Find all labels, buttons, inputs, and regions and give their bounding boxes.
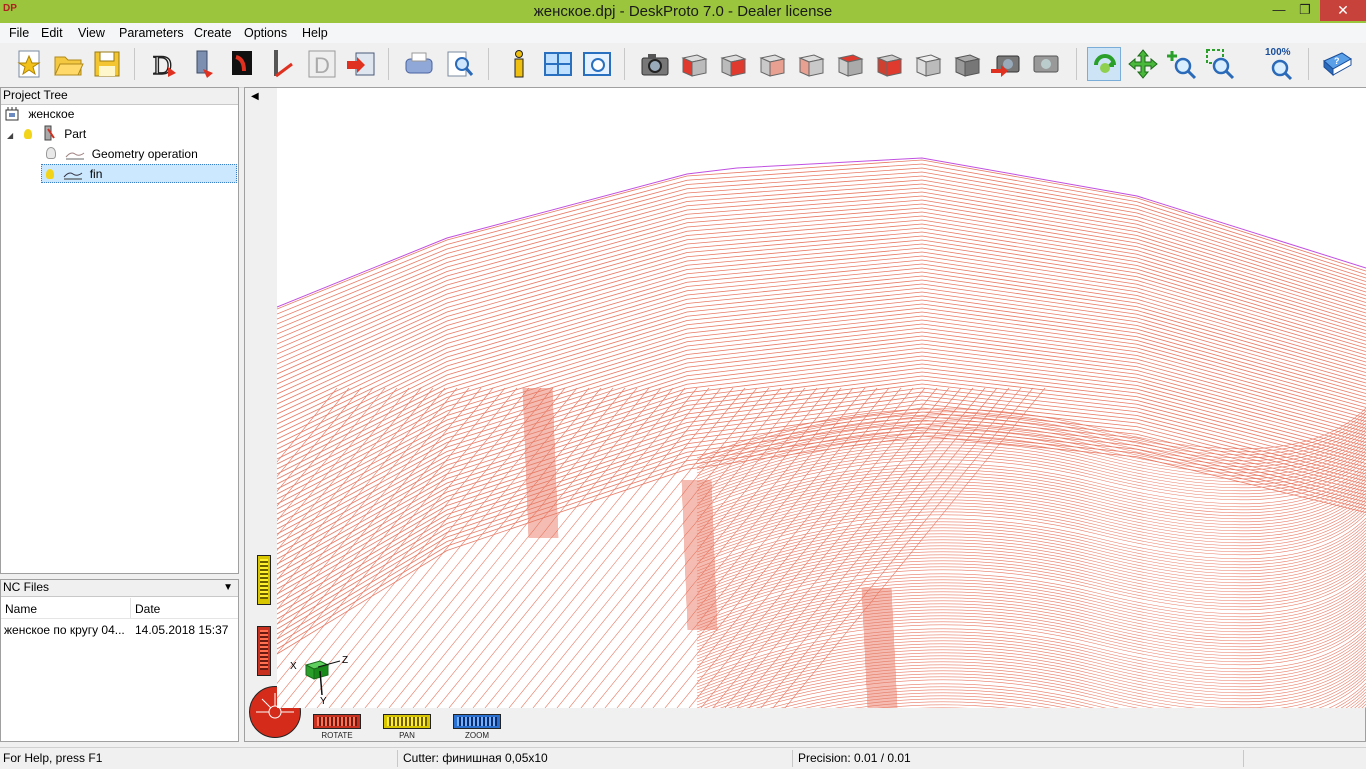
status-cutter: Cutter: финишная 0,05x10	[403, 751, 548, 765]
axis-indicator: X Z Y	[288, 655, 350, 707]
view-options-icon[interactable]	[580, 47, 614, 81]
view-previous-icon[interactable]	[989, 47, 1023, 81]
nc-files-table-header: Name Date	[1, 598, 238, 619]
title-bar: DP женское.dpj - DeskProto 7.0 - Dealer …	[0, 0, 1366, 23]
menu-options[interactable]: Options	[244, 26, 287, 40]
rotate-slider[interactable]	[313, 714, 361, 729]
view-bottom-icon[interactable]	[872, 47, 906, 81]
dropdown-arrow-icon[interactable]: ▼	[223, 580, 233, 595]
view-front-icon[interactable]	[677, 47, 711, 81]
view-shaded-icon[interactable]	[950, 47, 984, 81]
save-icon[interactable]	[90, 47, 124, 81]
status-bar: For Help, press F1 Cutter: финишная 0,05…	[0, 747, 1366, 769]
tree-operation-label: Geometry operation	[91, 147, 198, 161]
window-layout-icon[interactable]	[541, 47, 575, 81]
svg-text:?: ?	[1334, 56, 1340, 66]
axis-x-label: X	[290, 661, 297, 672]
nc-file-name: женское по кругу 04...	[4, 623, 125, 637]
view-left-icon[interactable]	[755, 47, 789, 81]
window-title: женское.dpj - DeskProto 7.0 - Dealer lic…	[533, 3, 833, 20]
rotate-mode-icon[interactable]	[1087, 47, 1121, 81]
tree-part-label: Part	[64, 127, 87, 141]
print-preview-icon[interactable]	[442, 47, 476, 81]
tree-operation-row-selected[interactable]: fin	[41, 164, 237, 183]
project-tree-header: Project Tree	[1, 88, 238, 105]
view-top-icon[interactable]	[833, 47, 867, 81]
pan-slider[interactable]	[383, 714, 431, 729]
menu-bar: File Edit View Parameters Create Options…	[0, 23, 1366, 43]
view-refresh-icon[interactable]	[1028, 47, 1062, 81]
column-date[interactable]: Date	[135, 602, 160, 616]
lightbulb-on-icon[interactable]	[23, 129, 32, 139]
column-name[interactable]: Name	[5, 602, 37, 616]
project-tree-panel: Project Tree женское ◢ Part Geometry ope…	[0, 87, 239, 574]
close-icon[interactable]: ✕	[1320, 0, 1366, 21]
view-right-icon[interactable]	[794, 47, 828, 81]
tree-operation-row[interactable]: Geometry operation	[46, 145, 198, 163]
svg-text:D: D	[314, 53, 330, 78]
axis-z-label: Z	[342, 655, 349, 666]
print-icon[interactable]	[402, 47, 436, 81]
save-nc-icon[interactable]	[344, 47, 378, 81]
tree-operation-label: fin	[89, 167, 103, 181]
status-help: For Help, press F1	[3, 751, 103, 765]
pan-mode-icon[interactable]	[1126, 47, 1160, 81]
nc-files-title: NC Files	[3, 580, 50, 594]
toolpath-drawing	[277, 157, 1366, 708]
3d-viewport[interactable]	[277, 88, 1366, 708]
part-icon	[44, 125, 55, 141]
info-icon[interactable]	[502, 47, 536, 81]
menu-file[interactable]: File	[9, 26, 29, 40]
project-icon	[5, 107, 19, 121]
tree-part-row[interactable]: ◢ Part	[7, 125, 86, 143]
pan-vertical-slider[interactable]	[257, 555, 271, 605]
camera-icon[interactable]	[638, 47, 672, 81]
nc-file-date: 14.05.2018 15:37	[135, 623, 229, 637]
view-back-icon[interactable]	[716, 47, 750, 81]
lightbulb-on-icon[interactable]	[46, 169, 54, 179]
menu-parameters[interactable]: Parameters	[119, 26, 184, 40]
part-parameters-icon[interactable]	[187, 47, 221, 81]
operation-parameters-icon[interactable]	[266, 47, 300, 81]
rotate-slider-label: ROTATE	[321, 731, 353, 740]
zoom-100-label: 100%	[1265, 47, 1291, 58]
view-iso-icon[interactable]	[911, 47, 945, 81]
open-icon[interactable]	[51, 47, 85, 81]
collapse-arrow-icon[interactable]: ◢	[7, 131, 13, 140]
table-row[interactable]: женское по кругу 04... 14.05.2018 15:37	[1, 620, 238, 638]
zoom-window-icon[interactable]	[1204, 47, 1238, 81]
operation-icon	[63, 172, 83, 180]
tree-root-label: женское	[28, 107, 75, 121]
design-icon[interactable]: D	[305, 47, 339, 81]
menu-edit[interactable]: Edit	[41, 26, 63, 40]
lightbulb-off-icon[interactable]	[46, 147, 56, 159]
toolbar: D D 100% ?	[0, 43, 1366, 88]
collapse-left-icon[interactable]: ◀	[251, 91, 259, 102]
status-precision: Precision: 0.01 / 0.01	[798, 751, 911, 765]
axis-y-label: Y	[320, 696, 327, 707]
operation-icon	[65, 152, 85, 160]
geometry-parameters-icon[interactable]	[226, 47, 260, 81]
nc-files-header: NC Files ▼	[1, 580, 238, 597]
zoom-slider[interactable]	[453, 714, 501, 729]
nc-files-panel: NC Files ▼ Name Date женское по кругу 04…	[0, 579, 239, 742]
zoom-mode-icon[interactable]	[1165, 47, 1199, 81]
menu-create[interactable]: Create	[194, 26, 232, 40]
menu-help[interactable]: Help	[302, 26, 328, 40]
tree-root-row[interactable]: женское	[4, 105, 74, 123]
help-book-icon[interactable]: ?	[1320, 47, 1354, 81]
zoom-slider-label: ZOOM	[465, 731, 489, 740]
rotate-vertical-slider[interactable]	[257, 626, 271, 676]
menu-view[interactable]: View	[78, 26, 105, 40]
create-nc-icon[interactable]: D	[148, 47, 182, 81]
new-project-icon[interactable]	[12, 47, 46, 81]
pan-slider-label: PAN	[399, 731, 415, 740]
restore-icon[interactable]: ❐	[1290, 0, 1320, 21]
